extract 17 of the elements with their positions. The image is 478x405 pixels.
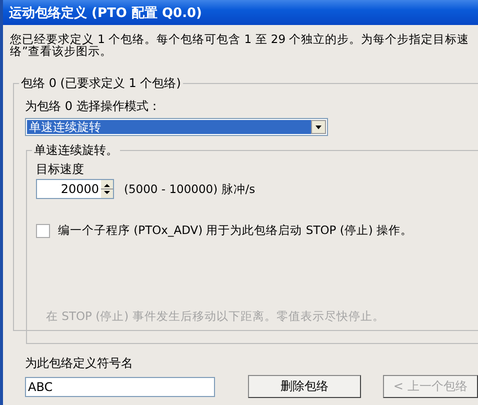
spin-arrows-icon[interactable]: [101, 180, 113, 198]
symbol-field[interactable]: ABC: [25, 376, 216, 396]
intro-text: 您已经要求定义 1 个包络。每个包络可包含 1 至 29 个独立的步。为每个步指定目标速: [10, 33, 470, 45]
symbol-label: 为此包络定义符号名: [25, 355, 134, 372]
speed-spinbox[interactable]: 20000: [36, 179, 114, 199]
window-title: 运动包络定义 (PTO 配置 Q0.0): [9, 4, 202, 22]
stop-note: 在 STOP (停止) 事件发生后移动以下距离。零值表示尽快停止。: [46, 309, 386, 324]
mode-label: 为包络 0 选择操作模式：: [25, 98, 162, 115]
checkbox[interactable]: [36, 224, 50, 238]
speed-label: 目标速度: [36, 162, 85, 176]
group-title: 单速连续旋转。: [32, 143, 120, 157]
group-title: 包络 0 (已要求定义 1 个包络): [19, 76, 183, 90]
mode-dropdown[interactable]: 单速连续旋转: [25, 118, 328, 136]
envelope-button[interactable]: 删除包络: [248, 375, 361, 398]
speed-range: (5000 - 100000) 脉冲/s: [124, 182, 256, 196]
checkbox-label: 编一个子程序 (PTOx_ADV) 用于为此包络启动 STOP (停止) 操作。: [58, 223, 412, 238]
intro-text: 络”查看该步图示。: [10, 45, 112, 57]
